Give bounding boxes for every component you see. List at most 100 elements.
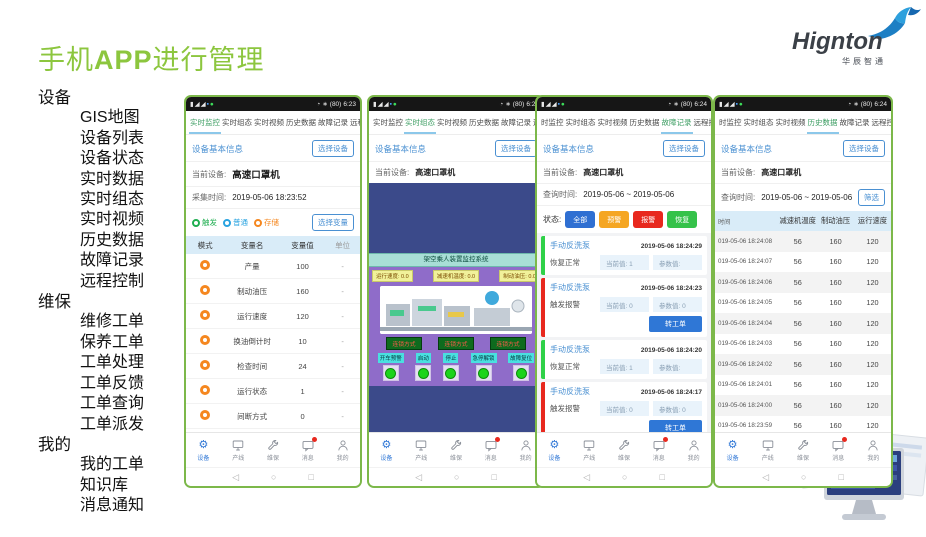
recents-icon[interactable]: □ [308, 472, 313, 482]
select-variable-button[interactable]: 选择变量 [312, 214, 354, 231]
tab-realtime-config[interactable]: 实时组态 [221, 117, 253, 134]
indicator-button[interactable] [476, 365, 492, 381]
nav-maintenance[interactable]: 维保 [439, 439, 474, 462]
nav-maintenance[interactable]: 维保 [256, 439, 291, 462]
recents-icon[interactable]: □ [838, 472, 843, 482]
nav-production-line[interactable]: 产线 [404, 439, 439, 462]
section-title: 设备基本信息 [375, 143, 426, 155]
indicator-button[interactable] [415, 365, 431, 381]
back-icon[interactable]: ◁ [415, 472, 422, 483]
device-name: 高速口罩机 [232, 167, 280, 181]
transfer-workorder-button[interactable]: 转工单 [649, 316, 702, 332]
tab-realtime-monitor[interactable]: 实时监控 [189, 117, 221, 134]
nav-maintenance[interactable]: 维保 [607, 439, 642, 462]
nav-messages[interactable]: 消息 [641, 439, 676, 462]
scada-canvas-top [369, 183, 543, 253]
nav-production-line[interactable]: 产线 [572, 439, 607, 462]
select-device-button[interactable]: 选择设备 [663, 140, 705, 157]
nav-mine[interactable]: 我的 [325, 439, 360, 462]
current-value: 当前值: 1 [600, 255, 649, 270]
tab-realtime-video[interactable]: 实时视频 [253, 117, 285, 134]
nav-mine[interactable]: 我的 [856, 439, 891, 462]
outline-item: GIS地图 [38, 108, 144, 128]
tab-realtime-monitor[interactable]: 时监控 [540, 117, 565, 134]
back-icon[interactable]: ◁ [762, 472, 769, 483]
tab-realtime-video[interactable]: 实时视频 [775, 117, 807, 134]
status-filter-label: 状态: [543, 214, 561, 225]
device-label: 当前设备: [375, 167, 409, 178]
tab-remote-control[interactable]: 远程控制 [871, 117, 892, 134]
nav-device[interactable]: ⚙设备 [186, 439, 221, 462]
tab-history-data[interactable]: 历史数据 [807, 117, 839, 134]
nav-device[interactable]: ⚙设备 [537, 439, 572, 462]
recents-icon[interactable]: □ [491, 472, 496, 482]
tab-fault-record[interactable]: 故障记录 [661, 117, 693, 134]
nav-mine[interactable]: 我的 [676, 439, 711, 462]
filter-warning-button[interactable]: 预警 [599, 211, 629, 228]
user-icon [688, 439, 700, 452]
transfer-workorder-button[interactable]: 转工单 [649, 420, 702, 432]
tab-realtime-video[interactable]: 实时视频 [436, 117, 468, 134]
tab-history-data[interactable]: 历史数据 [629, 117, 661, 134]
trigger-dot-icon [192, 219, 200, 227]
select-device-button[interactable]: 选择设备 [843, 140, 885, 157]
back-icon[interactable]: ◁ [232, 472, 239, 483]
filter-recover-button[interactable]: 恢复 [667, 211, 697, 228]
interlock-mode-button[interactable]: 连锁方式 [490, 337, 525, 350]
tab-history-data[interactable]: 历史数据 [468, 117, 500, 134]
status-icons-left: ▮◢◢▪● [719, 100, 744, 108]
filter-alarm-button[interactable]: 报警 [633, 211, 663, 228]
outline-item: 历史数据 [38, 231, 144, 251]
tab-realtime-video[interactable]: 实时视频 [597, 117, 629, 134]
back-icon[interactable]: ◁ [583, 472, 590, 483]
tab-realtime-monitor[interactable]: 时监控 [718, 117, 743, 134]
battery-level: (80) [861, 101, 873, 108]
tab-fault-record[interactable]: 故障记录 [317, 117, 349, 134]
fault-card: 手动反洗泵2019-05-06 18:24:20 恢复正常当前值: 1参数值: [541, 340, 707, 379]
green-lamp-icon [516, 368, 527, 379]
nav-messages[interactable]: 消息 [290, 439, 325, 462]
home-icon[interactable]: ○ [271, 472, 276, 482]
tab-fault-record[interactable]: 故障记录 [500, 117, 532, 134]
green-lamp-icon [385, 368, 396, 379]
outline-group-device: 设备 [38, 88, 144, 108]
home-icon[interactable]: ○ [454, 472, 459, 482]
select-device-button[interactable]: 选择设备 [312, 140, 354, 157]
nav-production-line[interactable]: 产线 [221, 439, 256, 462]
indicator-button[interactable] [513, 365, 529, 381]
tab-realtime-config[interactable]: 实时组态 [565, 117, 597, 134]
nav-device[interactable]: ⚙设备 [369, 439, 404, 462]
nav-production-line[interactable]: 产线 [750, 439, 785, 462]
interlock-mode-button[interactable]: 连锁方式 [438, 337, 473, 350]
tab-realtime-config[interactable]: 实时组态 [743, 117, 775, 134]
interlock-mode-button[interactable]: 连锁方式 [386, 337, 421, 350]
tab-fault-record[interactable]: 故障记录 [839, 117, 871, 134]
green-lamp-icon [445, 368, 456, 379]
select-device-button[interactable]: 选择设备 [495, 140, 537, 157]
tab-remote-control[interactable]: 远程控 [349, 117, 360, 134]
indicator-button[interactable] [443, 365, 459, 381]
fault-title: 手动反洗泵 [550, 344, 590, 355]
scada-system-title: 架空乘人装置监控系统 [369, 253, 543, 267]
fault-time: 2019-05-06 18:24:23 [641, 285, 702, 292]
nav-maintenance[interactable]: 维保 [785, 439, 820, 462]
tab-realtime-config[interactable]: 实时组态 [404, 117, 436, 134]
home-icon[interactable]: ○ [622, 472, 627, 482]
tab-history-data[interactable]: 历史数据 [285, 117, 317, 134]
filter-all-button[interactable]: 全部 [565, 211, 595, 228]
indicator-button[interactable] [383, 365, 399, 381]
wrench-icon [450, 439, 462, 452]
scada-value-label: 运行速度: 0.0 [372, 270, 413, 282]
nav-messages[interactable]: 消息 [821, 439, 856, 462]
home-icon[interactable]: ○ [801, 472, 806, 482]
tab-remote-control[interactable]: 远程控制 [693, 117, 712, 134]
nav-messages[interactable]: 消息 [473, 439, 508, 462]
legend-row: 触发 普通 存储 选择变量 [186, 208, 360, 236]
tab-realtime-monitor[interactable]: 实时监控 [372, 117, 404, 134]
nav-device[interactable]: ⚙设备 [715, 439, 750, 462]
table-row: 019-05-06 18:24:0656160120 [715, 272, 891, 293]
notification-icon: ● [739, 101, 743, 108]
sim-icon: ▮ [719, 101, 723, 108]
recents-icon[interactable]: □ [659, 472, 664, 482]
filter-button[interactable]: 筛选 [858, 189, 885, 206]
